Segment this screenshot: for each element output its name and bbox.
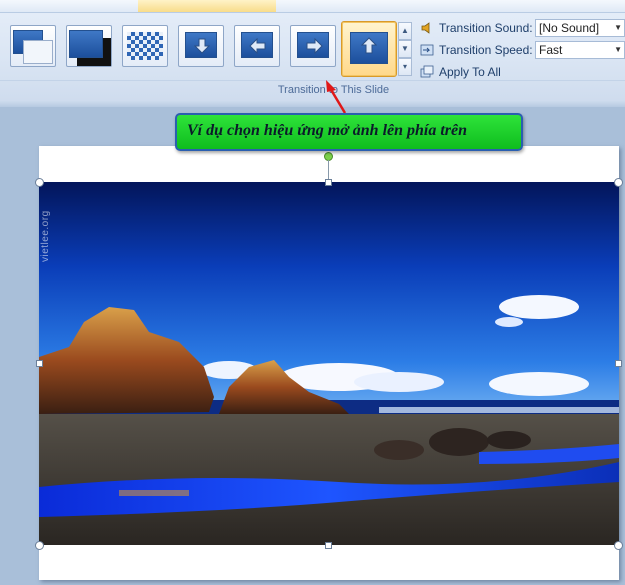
transition-speed-select[interactable]: Fast ▼ bbox=[535, 41, 625, 59]
resize-handle-left[interactable] bbox=[36, 360, 43, 367]
annotation-callout: Ví dụ chọn hiệu ứng mở ảnh lên phía trên bbox=[175, 113, 523, 151]
resize-handle-bottom-right[interactable] bbox=[614, 541, 623, 550]
transition-dissolve[interactable] bbox=[122, 25, 168, 67]
resize-handle-bottom-left[interactable] bbox=[35, 541, 44, 550]
gallery-scroll: ▲ ▼ ▾ bbox=[398, 22, 412, 78]
callout-text: Ví dụ chọn hiệu ứng mở ảnh lên phía trên bbox=[187, 122, 468, 139]
transition-wipe-down[interactable] bbox=[178, 25, 224, 67]
group-divider bbox=[0, 80, 625, 81]
transition-fade-smoothly[interactable] bbox=[10, 25, 56, 67]
resize-handle-right[interactable] bbox=[615, 360, 622, 367]
transition-sound-row: Transition Sound: bbox=[420, 19, 533, 37]
transition-sound-select[interactable]: [No Sound] ▼ bbox=[535, 19, 625, 37]
chevron-down-icon: ▼ bbox=[614, 45, 622, 54]
apply-to-all-label: Apply To All bbox=[439, 65, 501, 79]
resize-handle-top[interactable] bbox=[325, 179, 332, 186]
gallery-scroll-up-button[interactable]: ▲ bbox=[398, 22, 412, 40]
active-tab-highlight bbox=[138, 0, 276, 12]
speed-icon bbox=[420, 44, 434, 56]
resize-handle-bottom[interactable] bbox=[325, 542, 332, 549]
rotation-connector bbox=[328, 160, 329, 179]
arrow-right-icon bbox=[306, 38, 323, 54]
transition-sound-value: [No Sound] bbox=[539, 21, 600, 35]
gallery-more-button[interactable]: ▾ bbox=[398, 58, 412, 76]
transition-wipe-up-selected[interactable] bbox=[341, 21, 397, 77]
arrow-down-icon bbox=[194, 38, 210, 54]
group-label: Transition to This Slide bbox=[277, 84, 390, 96]
transition-speed-value: Fast bbox=[539, 43, 563, 57]
slide-picture[interactable] bbox=[39, 182, 619, 545]
apply-all-icon bbox=[420, 65, 434, 78]
apply-to-all-button[interactable]: Apply To All bbox=[420, 63, 501, 81]
chevron-down-icon: ▼ bbox=[614, 23, 622, 32]
gallery-scroll-down-button[interactable]: ▼ bbox=[398, 40, 412, 58]
beach-landscape-image bbox=[39, 182, 619, 545]
transition-wipe-left[interactable] bbox=[234, 25, 280, 67]
ribbon-shadow bbox=[0, 101, 625, 107]
transition-wipe-right[interactable] bbox=[290, 25, 336, 67]
transition-fade-through-black[interactable] bbox=[66, 25, 112, 67]
resize-handle-top-left[interactable] bbox=[35, 178, 44, 187]
transition-speed-row: Transition Speed: bbox=[420, 41, 533, 59]
resize-handle-top-right[interactable] bbox=[614, 178, 623, 187]
sound-icon bbox=[421, 22, 430, 34]
ribbon-animations: ▲ ▼ ▾ Transition Sound: [No Sound] ▼ Tra… bbox=[0, 0, 625, 102]
watermark-text: vietlee.org bbox=[40, 210, 51, 262]
arrow-left-icon bbox=[249, 38, 266, 54]
ribbon-tab-strip bbox=[0, 0, 625, 13]
arrow-up-icon bbox=[361, 37, 377, 54]
transition-speed-label: Transition Speed: bbox=[439, 43, 533, 57]
transition-sound-label: Transition Sound: bbox=[439, 21, 533, 35]
